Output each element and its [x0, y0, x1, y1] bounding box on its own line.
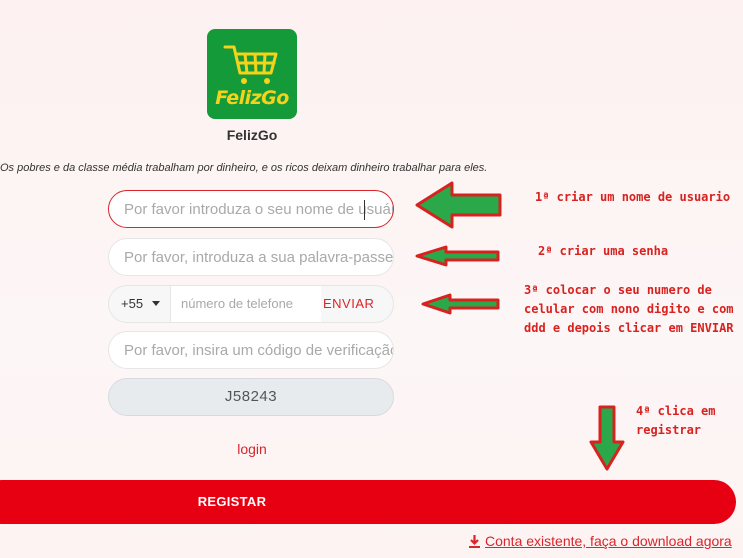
country-code-select[interactable]: +55	[109, 286, 171, 322]
register-label: REGISTAR	[197, 494, 267, 509]
password-placeholder: Por favor, introduza a sua palavra-passe	[124, 249, 394, 266]
annotation-step2: 2ª criar uma senha	[538, 244, 669, 258]
logo-text: FelizGo	[215, 87, 289, 109]
motto-text: Os pobres e da classe média trabalham po…	[0, 162, 488, 174]
phone-field: +55 número de telefone ENVIAR	[108, 285, 394, 323]
phone-placeholder: número de telefone	[181, 296, 294, 311]
captcha-box[interactable]: J58243	[108, 378, 394, 416]
country-code: +55	[121, 296, 144, 311]
send-code-button[interactable]: ENVIAR	[323, 296, 374, 311]
verification-code-placeholder: Por favor, insira um código de verificaç…	[124, 342, 394, 359]
arrow-left-icon	[421, 293, 500, 315]
arrow-down-icon	[589, 405, 625, 471]
arrow-left-icon	[415, 245, 500, 267]
caret-down-icon	[152, 301, 160, 306]
download-text: Conta existente, faça o download agora	[485, 533, 732, 549]
annotation-step4: 4ª clica em registrar	[636, 404, 716, 437]
username-placeholder: Por favor introduza o seu nome de usuári…	[124, 201, 394, 218]
download-link[interactable]: Conta existente, faça o download agora	[468, 533, 732, 551]
register-button[interactable]: REGISTAR	[0, 480, 736, 524]
annotation-step3: 3ª colocar o seu numero de celular com n…	[524, 283, 734, 335]
login-link[interactable]: login	[208, 441, 296, 457]
verification-code-input[interactable]: Por favor, insira um código de verificaç…	[108, 331, 394, 369]
app-name: FelizGo	[226, 127, 278, 143]
arrow-left-icon	[415, 181, 502, 229]
username-input[interactable]: Por favor introduza o seu nome de usuári…	[108, 190, 394, 228]
text-cursor	[364, 200, 365, 220]
app-logo: FelizGo	[207, 29, 297, 119]
captcha-text: J58243	[224, 388, 278, 405]
download-icon	[469, 535, 480, 548]
password-input[interactable]: Por favor, introduza a sua palavra-passe	[108, 238, 394, 276]
annotation-step1: 1ª criar um nome de usuario	[535, 190, 731, 204]
